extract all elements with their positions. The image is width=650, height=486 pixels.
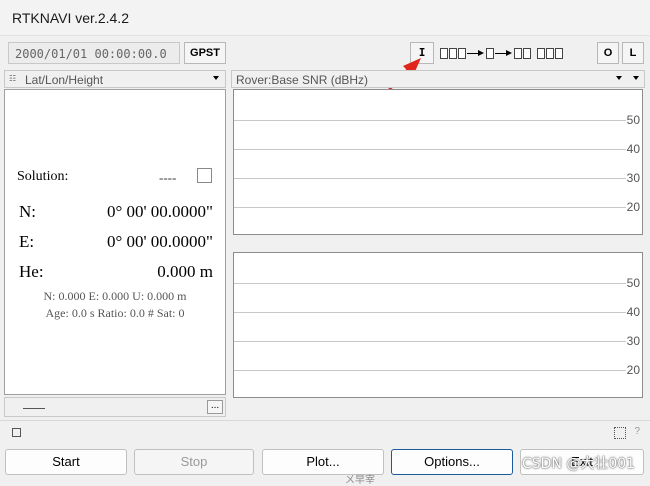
- options-button[interactable]: Options...: [391, 449, 513, 475]
- north-label: N:: [19, 202, 36, 221]
- east-value: 0° 00' 00.0000": [106, 232, 213, 251]
- status-bar: ?: [0, 420, 650, 444]
- stop-button[interactable]: Stop: [134, 449, 254, 475]
- y-tick-label: 20: [626, 200, 640, 214]
- std-deviation-line: N: 0.000 E: 0.000 U: 0.000 m: [43, 289, 187, 303]
- north-value: 0° 00' 00.0000": [106, 202, 213, 221]
- divider: [23, 408, 45, 409]
- more-button[interactable]: ...: [207, 400, 223, 414]
- solution-status-indicator: [197, 168, 212, 183]
- y-tick-label: 40: [626, 305, 640, 319]
- resize-grip-icon[interactable]: [614, 427, 626, 439]
- solution-format-value: Lat/Lon/Height: [25, 73, 104, 87]
- east-label: E:: [19, 232, 35, 251]
- snr-plot-base: 50 40 30 20: [233, 252, 643, 398]
- start-button[interactable]: Start: [5, 449, 127, 475]
- background-text: ㄨ早宰: [345, 475, 375, 486]
- watermark: CSDN @大壮001: [522, 456, 636, 472]
- solution-label: Solution:: [17, 169, 69, 184]
- chevron-down-icon: [633, 76, 639, 80]
- y-tick-label: 30: [626, 334, 640, 348]
- solution-format-select[interactable]: ☷ Lat/Lon/Height: [4, 70, 226, 88]
- chevron-down-icon: [616, 76, 622, 80]
- list-icon: ☷: [9, 74, 17, 83]
- solution-panel: Solution: ---- N: 0° 00' 00.0000" E: 0° …: [4, 89, 226, 395]
- plot-type-select[interactable]: Rover:Base SNR (dBHz): [231, 70, 645, 88]
- height-value: 0.000 m: [157, 262, 213, 281]
- y-tick-label: 50: [626, 276, 640, 290]
- y-tick-label: 50: [626, 113, 640, 127]
- y-tick-label: 20: [626, 363, 640, 377]
- age-ratio-sat-line: Age: 0.0 s Ratio: 0.0 # Sat: 0: [45, 306, 185, 320]
- height-label: He:: [19, 262, 44, 281]
- y-tick-label: 40: [626, 142, 640, 156]
- snr-plot-rover: 50 40 30 20: [233, 89, 643, 235]
- plot-type-value: Rover:Base SNR (dBHz): [236, 73, 369, 87]
- status-indicator: [12, 428, 21, 437]
- y-tick-label: 30: [626, 171, 640, 185]
- solution-status: ----: [159, 170, 177, 185]
- help-icon[interactable]: ?: [634, 426, 640, 437]
- solution-panel-footer: ...: [4, 397, 226, 417]
- chevron-down-icon: [213, 76, 219, 80]
